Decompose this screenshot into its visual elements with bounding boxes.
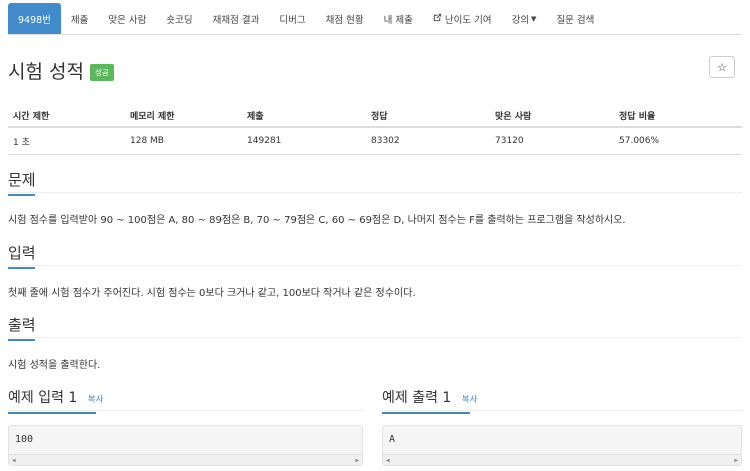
problem-title: 시험 성적 xyxy=(8,61,84,83)
example-input-box: 100 ◀ ▶ xyxy=(8,425,363,466)
tab-short-coding[interactable]: 숏코딩 xyxy=(156,3,202,34)
page-title: 시험 성적 성공 xyxy=(8,57,114,84)
heading-underline xyxy=(382,412,470,414)
copy-output-link[interactable]: 복사 xyxy=(462,395,478,405)
input-heading: 입력 xyxy=(8,242,36,269)
table-row: 1 초 128 MB 149281 83302 73120 57.006% xyxy=(8,127,742,155)
horizontal-scrollbar[interactable]: ◀ ▶ xyxy=(383,454,741,465)
header-submissions: 제출 xyxy=(242,104,366,128)
value-memory-limit: 128 MB xyxy=(125,127,242,155)
example-output-heading-text: 예제 출력 1 xyxy=(382,390,452,406)
value-accepted: 83302 xyxy=(366,127,490,155)
tab-question-search[interactable]: 질문 검색 xyxy=(546,3,604,34)
tab-my-submissions[interactable]: 내 제출 xyxy=(374,3,423,34)
scroll-left-icon[interactable]: ◀ xyxy=(12,457,16,464)
input-heading-text: 입력 xyxy=(8,244,36,262)
header-accept-ratio: 정답 비율 xyxy=(614,104,742,128)
example-input-heading-text: 예제 입력 1 xyxy=(8,390,78,406)
value-accept-ratio: 57.006% xyxy=(614,127,742,155)
example-input-code: 100 xyxy=(15,434,34,445)
tab-difficulty-contribution[interactable]: 난이도 기여 xyxy=(423,3,502,34)
tab-lectures-label: 강의 xyxy=(511,14,530,26)
star-icon: ☆ xyxy=(717,60,727,74)
heading-underline xyxy=(8,194,35,196)
value-submissions: 149281 xyxy=(242,127,366,155)
example-output-heading: 예제 출력 1 복사 xyxy=(382,387,478,414)
favorite-star-button[interactable]: ☆ xyxy=(709,56,735,78)
heading-underline xyxy=(8,339,35,341)
example-output-code: A xyxy=(389,434,396,445)
divider xyxy=(382,410,742,411)
scroll-left-icon[interactable]: ◀ xyxy=(386,457,390,464)
problem-heading: 문제 xyxy=(8,169,36,196)
problem-tabs: 9498번 제출 맞은 사람 숏코딩 재채점 결과 디버그 채점 현황 내 제출… xyxy=(8,3,742,35)
caret-down-icon: ▼ xyxy=(531,14,537,23)
example-output-box: A ◀ ▶ xyxy=(382,425,742,466)
output-description: 시험 성적을 출력한다. xyxy=(8,360,101,371)
tab-judge-status[interactable]: 채점 현황 xyxy=(316,3,374,34)
horizontal-scrollbar[interactable]: ◀ ▶ xyxy=(9,454,362,465)
tab-problem-number[interactable]: 9498번 xyxy=(8,3,61,34)
problem-info-table: 시간 제한 메모리 제한 제출 정답 맞은 사람 정답 비율 1 초 128 M… xyxy=(8,104,742,155)
status-badge: 성공 xyxy=(89,64,114,81)
tab-debug[interactable]: 디버그 xyxy=(269,3,315,34)
heading-underline xyxy=(8,267,35,269)
example-input-heading: 예제 입력 1 복사 xyxy=(8,387,104,414)
scroll-right-icon[interactable]: ▶ xyxy=(355,457,359,464)
input-description: 첫째 줄에 시험 점수가 주어진다. 시험 점수는 0보다 크거나 같고, 10… xyxy=(8,288,416,299)
external-link-icon xyxy=(433,13,442,25)
tab-difficulty-label: 난이도 기여 xyxy=(444,14,492,26)
tab-lectures[interactable]: 강의 ▼ xyxy=(502,3,547,34)
divider xyxy=(8,192,742,193)
value-time-limit: 1 초 xyxy=(8,127,125,155)
output-heading: 출력 xyxy=(8,314,36,341)
copy-input-link[interactable]: 복사 xyxy=(88,395,104,405)
header-time-limit: 시간 제한 xyxy=(8,104,125,128)
table-header-row: 시간 제한 메모리 제한 제출 정답 맞은 사람 정답 비율 xyxy=(8,104,742,128)
tab-rejudge-results[interactable]: 재채점 결과 xyxy=(203,3,270,34)
tab-submit[interactable]: 제출 xyxy=(61,3,98,34)
value-solved-users: 73120 xyxy=(490,127,614,155)
divider xyxy=(8,265,742,266)
divider xyxy=(8,410,363,411)
problem-description: 시험 점수를 입력받아 90 ~ 100점은 A, 80 ~ 89점은 B, 7… xyxy=(8,215,626,226)
header-accepted: 정답 xyxy=(366,104,490,128)
divider xyxy=(8,337,742,338)
scroll-right-icon[interactable]: ▶ xyxy=(734,457,738,464)
output-heading-text: 출력 xyxy=(8,316,36,334)
header-solved-users: 맞은 사람 xyxy=(490,104,614,128)
heading-underline xyxy=(8,412,96,414)
header-memory-limit: 메모리 제한 xyxy=(125,104,242,128)
problem-heading-text: 문제 xyxy=(8,171,36,189)
tab-solved-users[interactable]: 맞은 사람 xyxy=(98,3,156,34)
